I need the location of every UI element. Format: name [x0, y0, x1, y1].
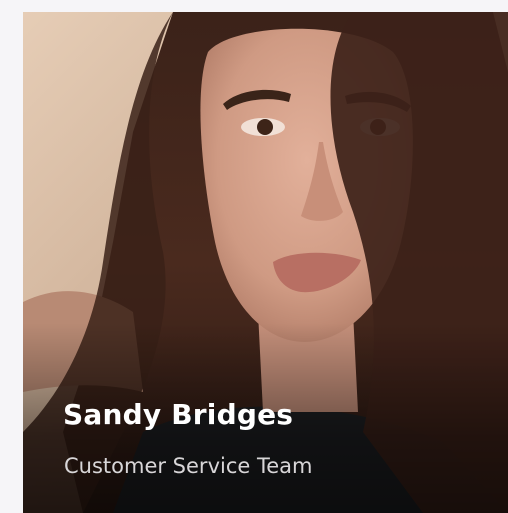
page: Sandy Bridges Customer Service Team — [0, 0, 508, 513]
member-role: Customer Service Team — [64, 454, 313, 478]
team-member-card[interactable]: Sandy Bridges Customer Service Team — [23, 12, 508, 513]
member-name: Sandy Bridges — [63, 398, 294, 431]
